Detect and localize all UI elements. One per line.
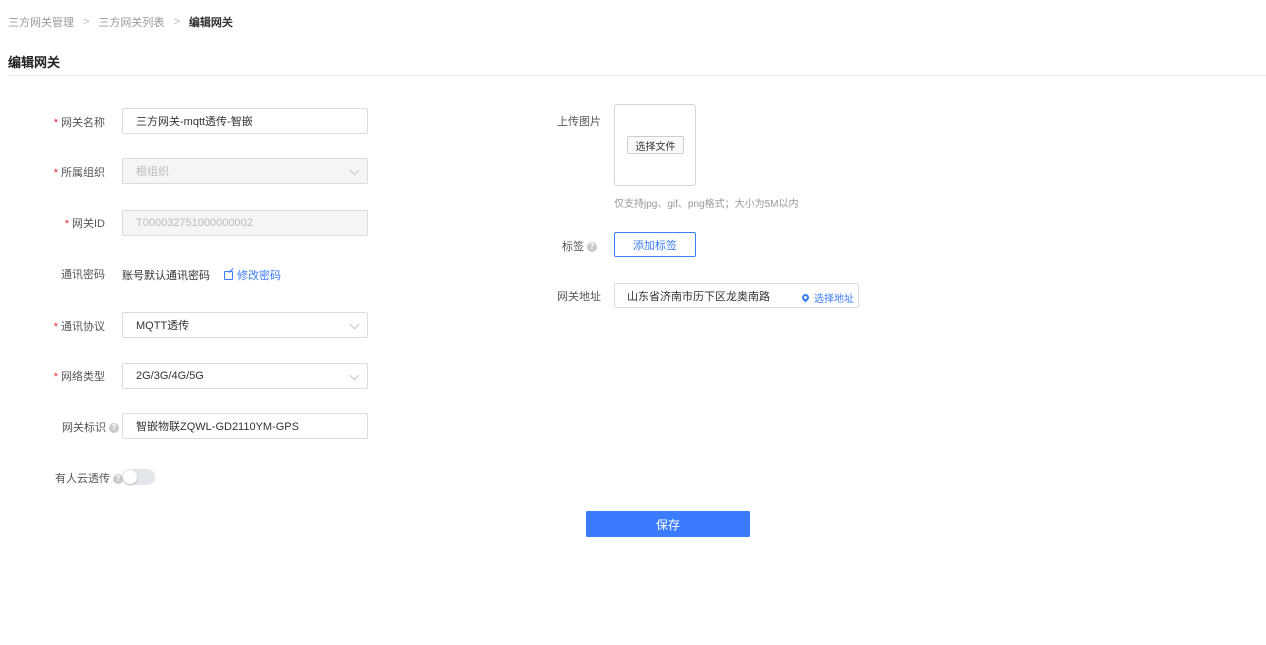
identifier-value: 智嵌物联ZQWL-GD2110YM-GPS: [136, 421, 299, 433]
page-title: 编辑网关: [8, 55, 61, 70]
address-label: 网关地址: [557, 291, 601, 303]
select-address-link[interactable]: 选择地址: [800, 290, 854, 305]
toggle-knob: [123, 470, 137, 484]
save-button[interactable]: 保存: [586, 511, 750, 537]
required-mark: *: [53, 167, 58, 179]
password-label: 通讯密码: [61, 269, 105, 281]
breadcrumb-separator: >: [173, 16, 180, 28]
required-mark: *: [53, 371, 58, 383]
help-icon[interactable]: ?: [109, 423, 119, 434]
edit-icon: [224, 270, 233, 280]
gateway-id-value: T000032751000000002: [136, 217, 253, 229]
cloud-passthrough-toggle[interactable]: [122, 469, 155, 485]
required-mark: *: [53, 117, 58, 129]
protocol-label: * 通讯协议: [53, 321, 105, 333]
upload-label: 上传图片: [557, 116, 601, 128]
required-mark: *: [53, 321, 58, 333]
breadcrumb: 三方网关管理 > 三方网关列表 > 编辑网关: [8, 14, 233, 30]
gateway-id-input: T000032751000000002: [122, 210, 368, 236]
identifier-input[interactable]: 智嵌物联ZQWL-GD2110YM-GPS: [122, 413, 368, 439]
help-icon[interactable]: ?: [587, 242, 597, 253]
identifier-label: 网关标识?: [62, 419, 119, 435]
upload-hint: 仅支持jpg、gif、png格式；大小为5M以内: [614, 199, 799, 210]
password-value: 账号默认通讯密码: [122, 270, 210, 282]
gateway-name-input[interactable]: 三方网关-mqtt透传-智嵌: [122, 108, 368, 134]
add-tag-button[interactable]: 添加标签: [614, 232, 696, 257]
chevron-down-icon: [349, 165, 360, 176]
network-type-label: * 网络类型: [53, 371, 105, 383]
chevron-down-icon: [349, 319, 360, 330]
org-placeholder: 根组织: [136, 166, 169, 178]
protocol-value: MQTT透传: [136, 320, 190, 332]
tags-label: 标签?: [562, 238, 597, 254]
network-type-value: 2G/3G/4G/5G: [136, 370, 204, 382]
chevron-down-icon: [349, 370, 360, 381]
breadcrumb-current: 编辑网关: [188, 17, 233, 29]
upload-box[interactable]: 选择文件: [614, 104, 696, 186]
address-value: 山东省济南市历下区龙奥南路: [627, 290, 770, 303]
breadcrumb-separator: >: [83, 16, 90, 28]
protocol-select[interactable]: MQTT透传: [122, 312, 368, 338]
gateway-name-value: 三方网关-mqtt透传-智嵌: [136, 116, 253, 128]
edit-password-link[interactable]: 修改密码: [224, 267, 281, 283]
choose-file-button[interactable]: 选择文件: [627, 136, 684, 154]
gateway-id-label: * 网关ID: [64, 218, 105, 230]
breadcrumb-item-gateway-management[interactable]: 三方网关管理: [8, 14, 74, 30]
org-select[interactable]: 根组织: [122, 158, 368, 184]
required-mark: *: [64, 218, 69, 230]
address-input[interactable]: 山东省济南市历下区龙奥南路 选择地址: [614, 283, 859, 308]
title-divider: [8, 75, 1266, 76]
breadcrumb-item-gateway-list[interactable]: 三方网关列表: [98, 14, 164, 30]
network-type-select[interactable]: 2G/3G/4G/5G: [122, 363, 368, 389]
cloud-passthrough-label: 有人云透传?: [55, 470, 123, 486]
location-pin-icon: [800, 292, 811, 303]
gateway-name-label: * 网关名称: [53, 117, 105, 129]
org-label: * 所属组织: [53, 167, 105, 179]
